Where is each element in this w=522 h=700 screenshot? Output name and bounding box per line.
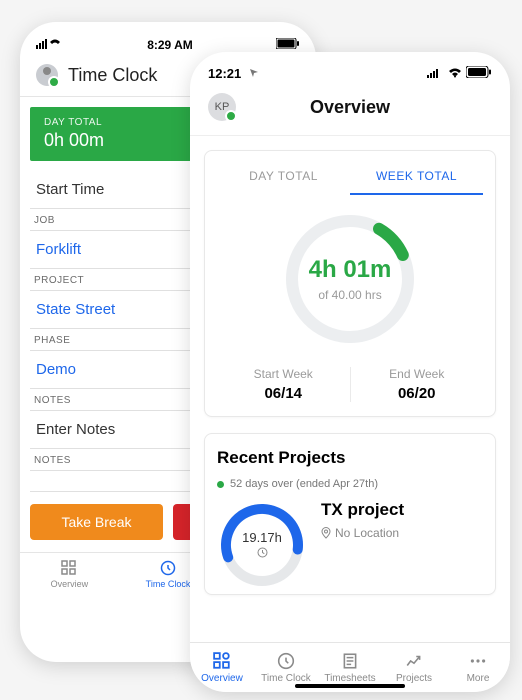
clock-icon xyxy=(257,547,268,561)
chart-icon xyxy=(382,651,446,671)
project-status: 52 days over (ended Apr 27th) xyxy=(217,478,483,490)
pin-icon xyxy=(321,527,331,539)
battery-icon xyxy=(466,66,492,78)
user-avatar[interactable]: KP xyxy=(208,93,236,121)
recent-projects-card: Recent Projects 52 days over (ended Apr … xyxy=(204,433,496,595)
tab-timeclock-label: Time Clock xyxy=(146,579,191,589)
status-bar: 12:21 xyxy=(190,52,510,87)
tab-timesheets[interactable]: Timesheets xyxy=(318,651,382,684)
start-week-value: 06/14 xyxy=(217,385,350,402)
end-week-value: 06/20 xyxy=(351,385,484,402)
tab-week-total[interactable]: WEEK TOTAL xyxy=(350,165,483,195)
recent-projects-heading: Recent Projects xyxy=(217,448,483,468)
more-icon xyxy=(446,651,510,671)
tab-projects-label: Projects xyxy=(396,673,432,684)
grid-icon xyxy=(190,651,254,671)
grid-icon xyxy=(20,559,119,577)
signal-icon xyxy=(36,38,64,52)
page-title: Time Clock xyxy=(68,65,157,86)
status-dot-icon xyxy=(217,481,224,488)
project-location-text: No Location xyxy=(335,526,399,540)
status-clock: 12:21 xyxy=(208,66,241,81)
project-hours: 19.17h xyxy=(242,530,282,545)
bottom-nav: Overview Time Clock Timesheets Projects xyxy=(190,642,510,692)
tab-timeclock-label: Time Clock xyxy=(261,673,311,684)
header: KP Overview xyxy=(190,87,510,136)
tab-projects[interactable]: Projects xyxy=(382,651,446,684)
page-title: Overview xyxy=(208,97,492,118)
take-break-button[interactable]: Take Break xyxy=(30,504,163,540)
project-hours-ring: 19.17h xyxy=(217,500,307,590)
start-week-label: Start Week xyxy=(217,367,350,381)
sheet-icon xyxy=(318,651,382,671)
tab-overview-label: Overview xyxy=(201,673,243,684)
progress-subtitle: of 40.00 hrs xyxy=(318,288,381,302)
overview-screen: 12:21 KP Overview DAY TOTAL WEEK TOTAL xyxy=(190,52,510,692)
project-status-text: 52 days over (ended Apr 27th) xyxy=(230,478,378,490)
totals-card: DAY TOTAL WEEK TOTAL 4h 01m of 40.00 hrs xyxy=(204,150,496,417)
home-indicator[interactable] xyxy=(295,684,405,688)
tab-timesheets-label: Timesheets xyxy=(324,673,375,684)
totals-tabs: DAY TOTAL WEEK TOTAL xyxy=(217,165,483,195)
wifi-icon xyxy=(448,68,462,78)
tab-more-label: More xyxy=(467,673,490,684)
clock-icon xyxy=(254,651,318,671)
location-icon xyxy=(249,68,259,78)
project-location: No Location xyxy=(321,526,404,540)
tab-overview-label: Overview xyxy=(51,579,89,589)
project-name[interactable]: TX project xyxy=(321,500,404,520)
status-clock: 8:29 AM xyxy=(147,38,193,52)
tab-timeclock[interactable]: Time Clock xyxy=(254,651,318,684)
user-avatar[interactable] xyxy=(36,64,58,86)
tab-overview[interactable]: Overview xyxy=(190,651,254,684)
avatar-initials: KP xyxy=(215,101,230,113)
status-right xyxy=(427,66,492,81)
tab-more[interactable]: More xyxy=(446,651,510,684)
battery-icon xyxy=(276,38,300,52)
tab-overview[interactable]: Overview xyxy=(20,559,119,589)
progress-value: 4h 01m xyxy=(309,256,392,284)
week-range: Start Week 06/14 End Week 06/20 xyxy=(217,367,483,402)
signal-icon xyxy=(427,68,445,78)
progress-ring: 4h 01m of 40.00 hrs xyxy=(280,209,420,349)
